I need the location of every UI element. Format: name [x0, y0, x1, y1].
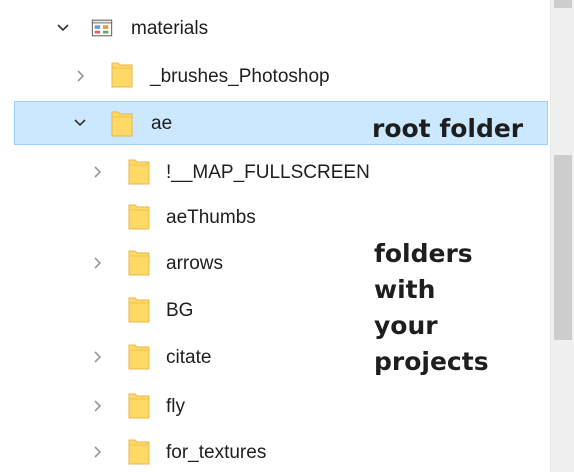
navigation-tree: materials _brushes_Photoshop ae !__MAP_F… — [0, 0, 550, 472]
folder-icon — [128, 157, 150, 185]
tree-item-brushes-photoshop[interactable]: _brushes_Photoshop — [0, 56, 540, 96]
tree-item-aethumbs[interactable]: aeThumbs — [0, 197, 540, 237]
chevron-right-icon[interactable] — [73, 68, 89, 84]
annotation-line: with — [374, 275, 436, 304]
annotation-projects: folders with your projects — [374, 236, 489, 380]
folder-icon — [128, 248, 150, 276]
tree-item-label: fly — [166, 396, 185, 417]
tree-item-label: arrows — [166, 253, 224, 274]
tree-item-label: !__MAP_FULLSCREEN — [166, 162, 370, 183]
tree-item-label: _brushes_Photoshop — [150, 66, 330, 87]
folder-icon — [128, 437, 150, 465]
chevron-right-icon[interactable] — [90, 255, 106, 271]
tree-item-label: for_textures — [166, 442, 267, 463]
tree-item-label: citate — [166, 347, 212, 368]
tree-item-label: ae — [151, 113, 173, 134]
annotation-line: projects — [374, 347, 489, 376]
tree-item-for-textures[interactable]: for_textures — [0, 432, 540, 472]
chevron-right-icon[interactable] — [90, 164, 106, 180]
tree-item-map-fullscreen[interactable]: !__MAP_FULLSCREEN — [0, 152, 540, 192]
tree-item-label: BG — [166, 300, 194, 321]
folder-icon — [111, 109, 133, 137]
chevron-right-icon[interactable] — [90, 349, 106, 365]
annotation-root-folder: root folder — [372, 114, 524, 143]
annotation-line: your — [374, 311, 438, 340]
scrollbar-thumb[interactable] — [554, 155, 572, 340]
tree-item-label: materials — [131, 18, 209, 39]
folder-icon — [128, 391, 150, 419]
scrollbar-track-top — [554, 0, 572, 8]
folder-view-icon — [91, 14, 115, 38]
chevron-down-icon[interactable] — [55, 20, 71, 36]
chevron-right-icon[interactable] — [90, 444, 106, 460]
folder-icon — [111, 60, 133, 88]
tree-item-materials[interactable]: materials — [0, 8, 540, 48]
folder-icon — [128, 295, 150, 323]
folder-icon — [128, 202, 150, 230]
annotation-line: folders — [374, 239, 473, 268]
chevron-right-icon[interactable] — [90, 398, 106, 414]
tree-item-label: aeThumbs — [166, 207, 256, 228]
tree-item-fly[interactable]: fly — [0, 386, 540, 426]
chevron-down-icon[interactable] — [72, 115, 88, 131]
vertical-scrollbar[interactable] — [550, 0, 574, 472]
folder-icon — [128, 342, 150, 370]
